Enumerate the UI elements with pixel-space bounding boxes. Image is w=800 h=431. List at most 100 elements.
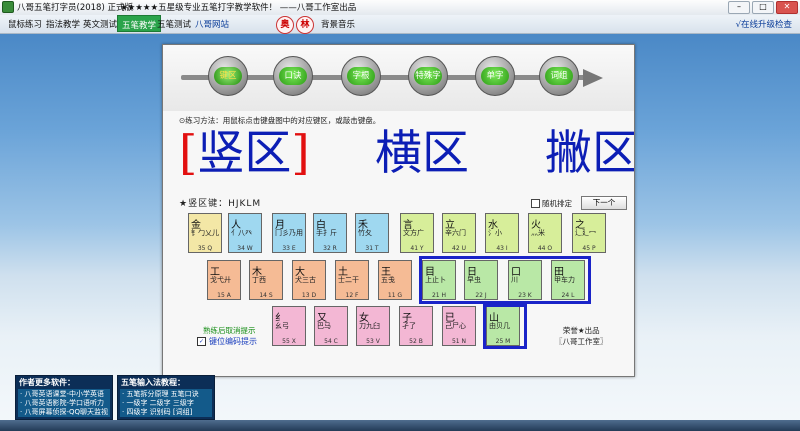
maker-line-1: 荣誉★出品 bbox=[562, 326, 600, 335]
course-link[interactable]: · 五笔拆分原理 五笔口诀 bbox=[122, 390, 210, 399]
key-code: 42 U bbox=[452, 245, 466, 252]
key-y[interactable]: 言文方广 41 Y bbox=[400, 213, 434, 253]
key-code: 44 O bbox=[537, 245, 553, 252]
key-roots: 刀九臼 bbox=[359, 322, 380, 330]
key-p[interactable]: 之辶廴冖 45 P bbox=[572, 213, 606, 253]
upgrade-check-link[interactable]: √在线升级检查 bbox=[736, 18, 792, 30]
key-code: 54 C bbox=[324, 338, 338, 345]
stage-nav: 键区 口诀 字根 特殊字 单字 词组 bbox=[163, 45, 634, 111]
key-code: 52 B bbox=[409, 338, 423, 345]
key-w[interactable]: 人亻八癶 34 W bbox=[228, 213, 262, 253]
stage-label: 字根 bbox=[347, 67, 375, 85]
key-o[interactable]: 火灬米 44 O bbox=[528, 213, 562, 253]
software-link[interactable]: · 八哥英语影院-学口语听力 bbox=[20, 399, 108, 408]
app-icon bbox=[2, 1, 14, 13]
key-code: 53 V bbox=[366, 338, 380, 345]
more-software-title: 作者更多软件： bbox=[19, 378, 75, 387]
random-checkbox[interactable]: 随机排定 bbox=[531, 198, 572, 209]
stage-rhyme[interactable]: 口诀 bbox=[273, 56, 313, 96]
menu-english-test[interactable]: 英文测试 bbox=[83, 18, 117, 30]
key-n[interactable]: 已己尸心 51 N bbox=[442, 306, 476, 346]
minimize-button[interactable]: – bbox=[728, 1, 750, 14]
key-roots: 戈弋廾 bbox=[210, 276, 231, 284]
key-a[interactable]: 工戈弋廾 15 A bbox=[207, 260, 241, 300]
course-link[interactable]: · 一级字 二级字 三级字 bbox=[122, 399, 210, 408]
hint-cancel-text: 熟练后取消提示 bbox=[203, 326, 256, 335]
key-b[interactable]: 子孑了 52 B bbox=[399, 306, 433, 346]
key-c[interactable]: 又巴马 54 C bbox=[314, 306, 348, 346]
key-code: 12 F bbox=[345, 292, 359, 299]
next-button[interactable]: 下一个 bbox=[581, 196, 627, 210]
key-roots: 冂彡乃用 bbox=[275, 229, 303, 237]
key-g[interactable]: 王五戋 11 G bbox=[378, 260, 412, 300]
key-x[interactable]: 纟幺弓 55 X bbox=[272, 306, 306, 346]
course-link[interactable]: · 四级字 识别码 [词组] bbox=[122, 408, 210, 417]
menu-fingering[interactable]: 指法教学 bbox=[46, 18, 80, 30]
stage-label: 特殊字 bbox=[414, 67, 442, 85]
stage-single[interactable]: 单字 bbox=[475, 56, 515, 96]
menu-background-music[interactable]: 背景音乐 bbox=[321, 18, 355, 30]
olympic-badge-1[interactable]: 奥 bbox=[276, 16, 294, 34]
key-roots: 文方广 bbox=[403, 229, 424, 237]
key-code: 43 I bbox=[496, 245, 508, 252]
menu-wubi-test[interactable]: 五笔测试 bbox=[157, 18, 191, 30]
stage-roots[interactable]: 字根 bbox=[341, 56, 381, 96]
key-s[interactable]: 木丁西 14 S bbox=[249, 260, 283, 300]
app-slogan: ★★★★★五星级专业五笔打字教学软件！ ——八哥工作室出品 bbox=[120, 3, 357, 13]
key-code: 31 T bbox=[365, 245, 379, 252]
key-r[interactable]: 白手扌斤 32 R bbox=[313, 213, 347, 253]
stage-special[interactable]: 特殊字 bbox=[408, 56, 448, 96]
key-code: 55 X bbox=[282, 338, 296, 345]
key-roots: 丁西 bbox=[252, 276, 266, 284]
stage-label: 词组 bbox=[545, 67, 573, 85]
key-t[interactable]: 禾竹夂 31 T bbox=[355, 213, 389, 253]
check-icon[interactable]: ✓ bbox=[197, 337, 206, 346]
arrow-right-icon bbox=[583, 69, 603, 87]
menu-website[interactable]: 八哥网站 bbox=[195, 18, 229, 30]
zone-selected: 竖区 bbox=[197, 126, 292, 181]
key-roots: 犬三古 bbox=[295, 276, 316, 284]
olympic-badge-2[interactable]: 林 bbox=[296, 16, 314, 34]
key-e[interactable]: 月冂彡乃用 33 E bbox=[272, 213, 306, 253]
menu-mouse-practice[interactable]: 鼠标练习 bbox=[8, 18, 42, 30]
key-v[interactable]: 女刀九臼 53 V bbox=[356, 306, 390, 346]
key-roots: 辶廴冖 bbox=[575, 229, 596, 237]
software-link[interactable]: · 八哥英语课堂-中小学英语 bbox=[20, 390, 108, 399]
key-i[interactable]: 水氵小 43 I bbox=[485, 213, 519, 253]
hint-checkbox[interactable]: ✓ 键位编码提示 bbox=[197, 336, 257, 347]
key-q[interactable]: 金钅勹乂儿 35 Q bbox=[188, 213, 222, 253]
more-software-box: 作者更多软件： · 八哥英语课堂-中小学英语 · 八哥英语影院-学口语听力 · … bbox=[15, 375, 113, 420]
stage-label: 键区 bbox=[214, 67, 242, 85]
menu-bar: 鼠标练习 指法教学 英文测试 五笔教学 五笔测试 八哥网站 奥 林 背景音乐 √… bbox=[0, 15, 800, 34]
key-code: 35 Q bbox=[197, 245, 213, 252]
key-code: 45 P bbox=[582, 245, 596, 252]
selected-keys-frame bbox=[419, 256, 591, 304]
key-code: 32 R bbox=[323, 245, 337, 252]
stage-keyzone[interactable]: 键区 bbox=[208, 56, 248, 96]
software-link[interactable]: · 八哥屏幕侦探-QQ聊天监视 bbox=[20, 408, 108, 417]
key-code: 51 N bbox=[451, 338, 467, 345]
maximize-button[interactable]: □ bbox=[752, 1, 774, 14]
maker-info: 荣誉★出品 〖八哥工作室〗 bbox=[555, 325, 608, 347]
menu-wubi-teaching[interactable]: 五笔教学 bbox=[117, 15, 162, 32]
key-code: 34 W bbox=[237, 245, 253, 252]
close-button[interactable]: ✕ bbox=[776, 1, 798, 14]
checkbox-icon[interactable] bbox=[531, 199, 540, 208]
app-title: 八哥五笔打字员(2018) 正式版 bbox=[2, 1, 133, 13]
key-d[interactable]: 大犬三古 13 D bbox=[292, 260, 326, 300]
key-roots: 辛六门 bbox=[445, 229, 466, 237]
key-roots: 灬米 bbox=[531, 229, 545, 237]
key-roots: 士二干 bbox=[338, 276, 359, 284]
stage-phrase[interactable]: 词组 bbox=[539, 56, 579, 96]
key-f[interactable]: 土士二干 12 F bbox=[335, 260, 369, 300]
title-bar: 八哥五笔打字员(2018) 正式版 ★★★★★五星级专业五笔打字教学软件！ ——… bbox=[0, 0, 800, 16]
random-label: 随机排定 bbox=[542, 199, 572, 208]
maker-line-2: 〖八哥工作室〗 bbox=[555, 337, 608, 346]
current-zone: [竖区] bbox=[179, 124, 310, 184]
zone-keys-label: ★竖区键：HJKLM bbox=[179, 199, 262, 209]
key-u[interactable]: 立辛六门 42 U bbox=[442, 213, 476, 253]
zone-next-1: 横区 bbox=[375, 126, 469, 181]
wubi-course-title: 五笔输入法教程： bbox=[121, 378, 185, 387]
key-roots: 手扌斤 bbox=[316, 229, 337, 237]
stage-label: 口诀 bbox=[279, 67, 307, 85]
